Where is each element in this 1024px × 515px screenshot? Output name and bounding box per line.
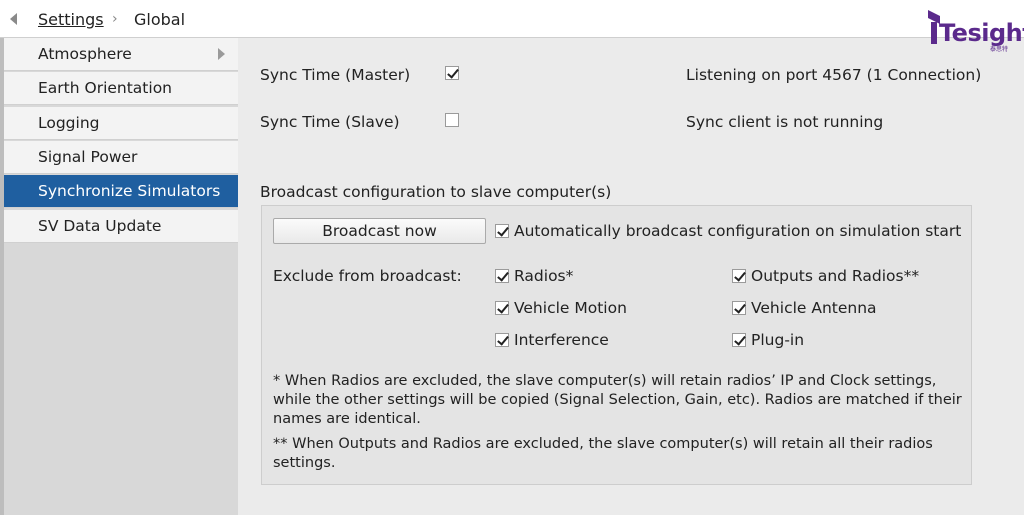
auto-broadcast-checkbox[interactable] [495,224,509,238]
sidebar-item-label: Signal Power [38,148,138,166]
sync-master-status: Listening on port 4567 (1 Connection) [686,66,982,84]
sidebar-item-label: Synchronize Simulators [38,182,221,200]
exclude-radios-label: Radios* [514,267,574,285]
sidebar-item-label: SV Data Update [38,217,162,235]
exclude-vehicle-antenna-label: Vehicle Antenna [751,299,877,317]
sidebar-item-synchronize-simulators[interactable]: Synchronize Simulators [4,175,238,208]
exclude-radios-checkbox[interactable] [495,269,509,283]
exclude-label: Exclude from broadcast: [273,267,462,285]
exclude-interference-checkbox[interactable] [495,333,509,347]
exclude-outputs-radios-label: Outputs and Radios** [751,267,920,285]
sidebar-item-label: Earth Orientation [38,79,172,97]
auto-broadcast-label: Automatically broadcast configuration on… [514,222,962,240]
tesight-logo: Tesight 泰思特 [926,10,1024,53]
breadcrumb-current: Global [134,10,186,29]
exclude-plugin-label: Plug-in [751,331,805,349]
sync-master-checkbox[interactable] [445,66,459,80]
back-arrow-icon[interactable] [10,13,17,25]
outputs-exclusion-note: ** When Outputs and Radios are excluded,… [273,436,933,471]
sidebar-item-label: Atmosphere [38,45,132,63]
app-window: Settings › Global Tesight 泰思特 Atmosphere… [0,0,1024,515]
sync-slave-label: Sync Time (Slave) [260,113,400,131]
sidebar-item-label: Logging [38,114,100,132]
exclude-plugin-checkbox[interactable] [732,333,746,347]
exclude-interference-label: Interference [514,331,609,349]
sync-master-label: Sync Time (Master) [260,66,411,84]
sync-slave-status: Sync client is not running [686,113,884,131]
broadcast-section-title: Broadcast configuration to slave compute… [260,183,612,201]
sync-slave-checkbox[interactable] [445,113,459,127]
sidebar-item-sv-data-update[interactable]: SV Data Update [4,210,238,243]
logo-text: Tesight [939,19,1024,47]
breadcrumb-bar: Settings › Global [0,0,1024,38]
sidebar-item-atmosphere[interactable]: Atmosphere [4,38,238,71]
exclude-vehicle-antenna-checkbox[interactable] [732,301,746,315]
broadcast-now-button[interactable]: Broadcast now [273,218,486,244]
submenu-arrow-icon [218,48,225,60]
logo-subtext: 泰思特 [990,46,1009,53]
radios-exclusion-note: * When Radios are excluded, the slave co… [273,373,962,427]
breadcrumb-separator: › [112,11,118,27]
exclude-vehicle-motion-checkbox[interactable] [495,301,509,315]
sidebar-item-signal-power[interactable]: Signal Power [4,141,238,174]
sidebar-item-logging[interactable]: Logging [4,107,238,140]
exclude-outputs-radios-checkbox[interactable] [732,269,746,283]
sidebar-item-earth-orientation[interactable]: Earth Orientation [4,72,238,105]
breadcrumb-settings-link[interactable]: Settings [38,10,104,29]
exclude-vehicle-motion-label: Vehicle Motion [514,299,627,317]
